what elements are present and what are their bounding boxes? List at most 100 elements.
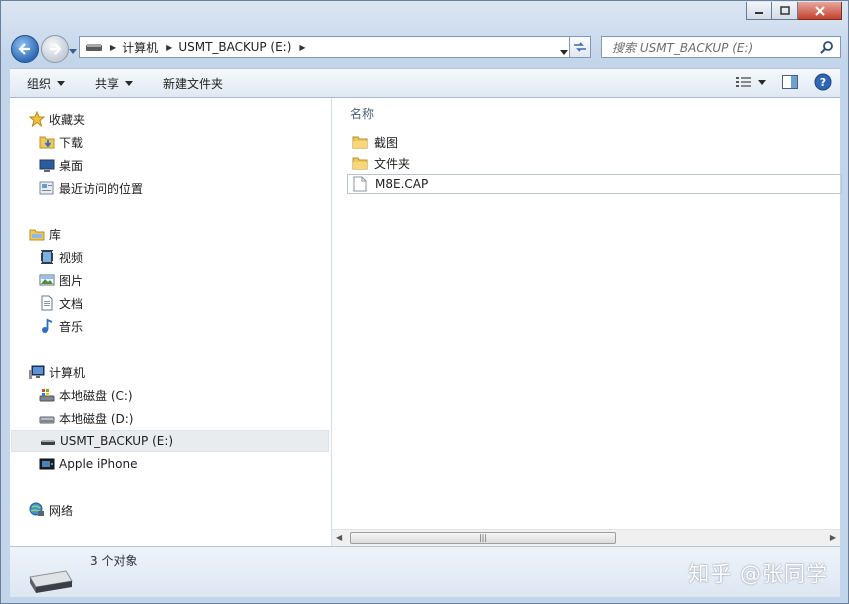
sidebar-item-label: 最近访问的位置 [59,181,144,196]
drive-icon [86,42,102,52]
sidebar-item-local-disk-d[interactable]: 本地磁盘 (D:) [39,408,133,428]
breadcrumb-separator-icon[interactable]: ▶ [166,43,172,52]
sidebar-item-label: Apple iPhone [59,457,138,471]
chevron-down-icon [57,81,66,86]
usb-drive-large-icon [26,563,74,596]
pictures-icon [39,272,55,288]
local-disk-c-icon [39,387,55,403]
organize-button[interactable]: 组织 [27,75,66,92]
sidebar-item-desktop[interactable]: 桌面 [39,155,83,175]
chevron-down-icon [125,81,134,86]
details-pane: 3 个对象 知乎 @张同学 [10,546,840,597]
iphone-icon [39,456,55,472]
forward-button[interactable] [41,35,69,63]
sidebar-item-apple-iphone[interactable]: Apple iPhone [39,454,137,474]
music-icon [39,318,55,334]
breadcrumb-separator-icon[interactable]: ▶ [110,43,116,52]
file-name: M8E.CAP [375,177,429,191]
computer-icon [29,364,45,380]
svg-text:?: ? [820,76,826,89]
maximize-icon [779,5,790,15]
sidebar-item-local-disk-c[interactable]: 本地磁盘 (C:) [39,385,133,405]
file-name: 截图 [374,135,399,150]
sidebar-group-label: 库 [49,227,62,242]
sidebar-item-label: 图片 [59,273,84,288]
search-box[interactable] [601,36,841,58]
address-bar[interactable]: ▶ 计算机 ▶ USMT_BACKUP (E:) ▶ [79,36,575,58]
minimize-button[interactable] [746,2,772,20]
breadcrumb-computer[interactable]: 计算机 [122,39,158,56]
horizontal-scrollbar[interactable]: ◀ ||| ▶ [332,529,840,546]
list-item[interactable]: 截图 [347,132,398,152]
file-icon [353,176,369,192]
view-controls: ? [736,73,832,91]
sidebar-group-network[interactable]: 网络 [29,500,73,520]
recent-places-icon [39,180,55,196]
sidebar-group-label: 网络 [49,503,74,518]
usb-drive-icon [40,433,56,449]
scroll-right-icon[interactable]: ▶ [830,533,836,542]
preview-pane-button[interactable] [782,75,798,89]
documents-icon [39,295,55,311]
list-item[interactable]: M8E.CAP [347,174,842,194]
search-input[interactable] [610,38,824,58]
sidebar-item-documents[interactable]: 文档 [39,293,83,313]
back-button[interactable] [11,35,39,63]
item-count: 3 个对象 [90,554,138,568]
sidebar-item-label: 音乐 [59,319,84,334]
sidebar-group-computer[interactable]: 计算机 [29,362,85,382]
sidebar-group-label: 收藏夹 [49,112,86,127]
sidebar-item-label: USMT_BACKUP (E:) [60,434,174,448]
scrollbar-thumb[interactable]: ||| [350,532,616,544]
address-dropdown-button[interactable] [560,44,568,58]
share-button[interactable]: 共享 [95,75,134,92]
list-item[interactable]: 文件夹 [347,153,410,173]
new-folder-label: 新建文件夹 [163,77,224,91]
command-bar: 组织 共享 新建文件夹 ? [10,68,840,98]
desktop-icon [39,157,55,173]
sidebar-item-label: 视频 [59,250,84,265]
sidebar-group-favorites[interactable]: 收藏夹 [29,109,85,129]
help-icon: ? [814,73,832,91]
libraries-icon [29,226,45,242]
folder-icon [352,134,368,150]
column-header-name[interactable]: 名称 [350,105,374,122]
sidebar-item-downloads[interactable]: 下载 [39,132,83,152]
sidebar-item-music[interactable]: 音乐 [39,316,83,336]
favorites-star-icon [29,111,45,127]
local-disk-d-icon [39,410,55,426]
sidebar-item-recent-places[interactable]: 最近访问的位置 [39,178,143,198]
breadcrumb-usmt-backup[interactable]: USMT_BACKUP (E:) [178,40,291,54]
close-icon [814,5,825,16]
file-list-pane: 名称 截图 文件夹 M8E.CAP ◀ ||| ▶ [332,98,842,546]
details-view-icon [736,77,751,87]
change-view-button[interactable] [736,76,766,88]
sidebar-item-videos[interactable]: 视频 [39,247,83,267]
file-name: 文件夹 [374,156,411,171]
sidebar-item-label: 本地磁盘 (D:) [59,411,134,426]
chevron-down-icon [560,50,568,55]
sidebar-group-label: 计算机 [49,365,86,380]
maximize-button[interactable] [772,2,798,20]
sidebar-item-pictures[interactable]: 图片 [39,270,83,290]
chevron-down-icon [758,79,766,85]
organize-label: 组织 [27,77,52,91]
recent-pages-dropdown[interactable] [69,43,77,57]
breadcrumb-separator-icon[interactable]: ▶ [299,43,305,52]
videos-icon [39,249,55,265]
scroll-left-icon[interactable]: ◀ [336,533,342,542]
refresh-button[interactable] [569,36,591,58]
sidebar-group-libraries[interactable]: 库 [29,224,61,244]
close-button[interactable] [798,2,842,20]
help-button[interactable]: ? [814,73,832,91]
sidebar-item-label: 下载 [59,135,84,150]
new-folder-button[interactable]: 新建文件夹 [163,75,223,92]
preview-pane-icon [782,75,798,89]
caption-buttons [746,2,842,20]
sidebar-item-label: 桌面 [59,158,84,173]
sidebar-item-usmt-backup[interactable]: USMT_BACKUP (E:) [11,430,329,452]
forward-arrow-icon [50,43,62,55]
minimize-icon [755,11,763,14]
search-icon[interactable] [820,40,834,57]
watermark: 知乎 @张同学 [688,562,828,586]
